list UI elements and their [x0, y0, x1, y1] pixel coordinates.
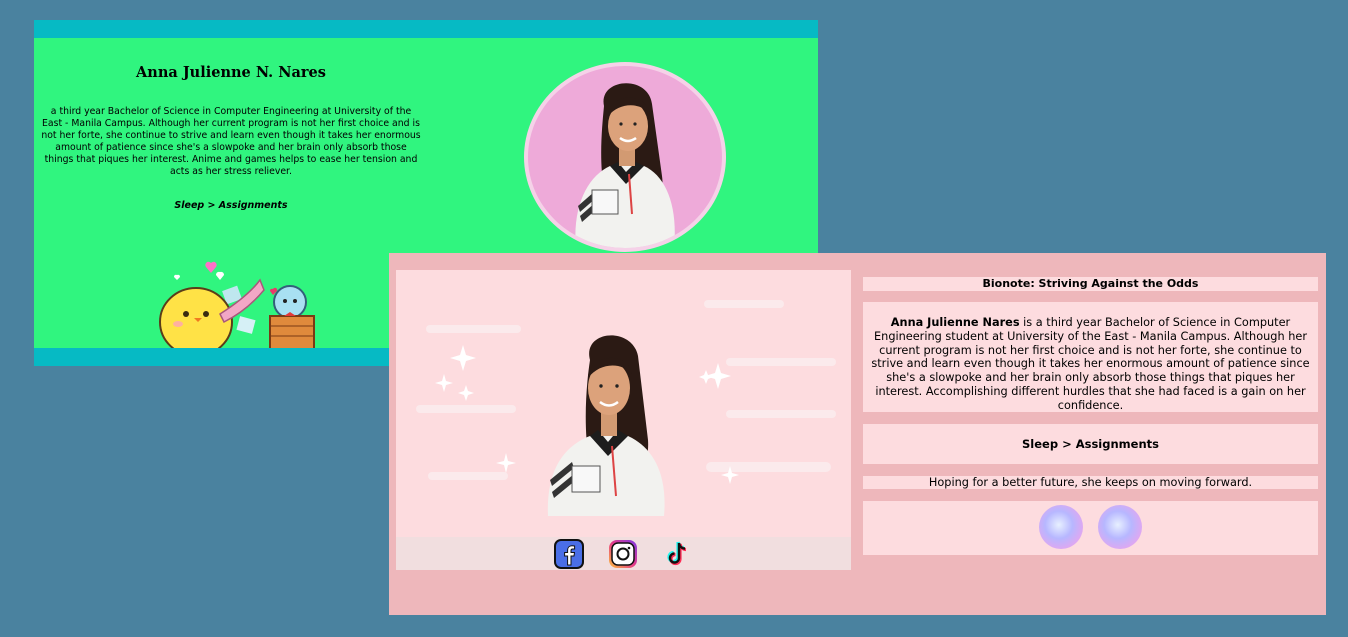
- bionote-name: Anna Julienne Nares: [890, 316, 1020, 329]
- orb-panel: [863, 501, 1318, 555]
- social-links-bar: [396, 537, 851, 570]
- bionote-tagline: Hoping for a better future, she keeps on…: [863, 476, 1318, 489]
- profile-name: Anna Julienne N. Nares: [136, 64, 326, 81]
- orb-left[interactable]: [1039, 505, 1083, 549]
- bionote-title: Bionote: Striving Against the Odds: [863, 277, 1318, 291]
- cute-characters-sticker: [154, 258, 329, 357]
- instagram-icon[interactable]: [608, 539, 638, 569]
- facebook-icon[interactable]: [554, 539, 584, 569]
- top-bar: [34, 20, 818, 38]
- sparkle-background: [416, 300, 836, 516]
- orb-right[interactable]: [1098, 505, 1142, 549]
- bionote-text: Anna Julienne Nares is a third year Bach…: [863, 302, 1318, 412]
- photo-panel: [396, 270, 851, 570]
- profile-quote: Sleep > Assignments: [174, 200, 288, 211]
- bionote-body: is a third year Bachelor of Science in C…: [871, 316, 1310, 412]
- profile-photo: [524, 62, 726, 252]
- bionote-window: Bionote: Striving Against the Odds Anna …: [389, 253, 1326, 615]
- profile-description: a third year Bachelor of Science in Comp…: [41, 106, 421, 177]
- bionote-quote: Sleep > Assignments: [863, 424, 1318, 464]
- tiktok-icon[interactable]: [662, 539, 692, 569]
